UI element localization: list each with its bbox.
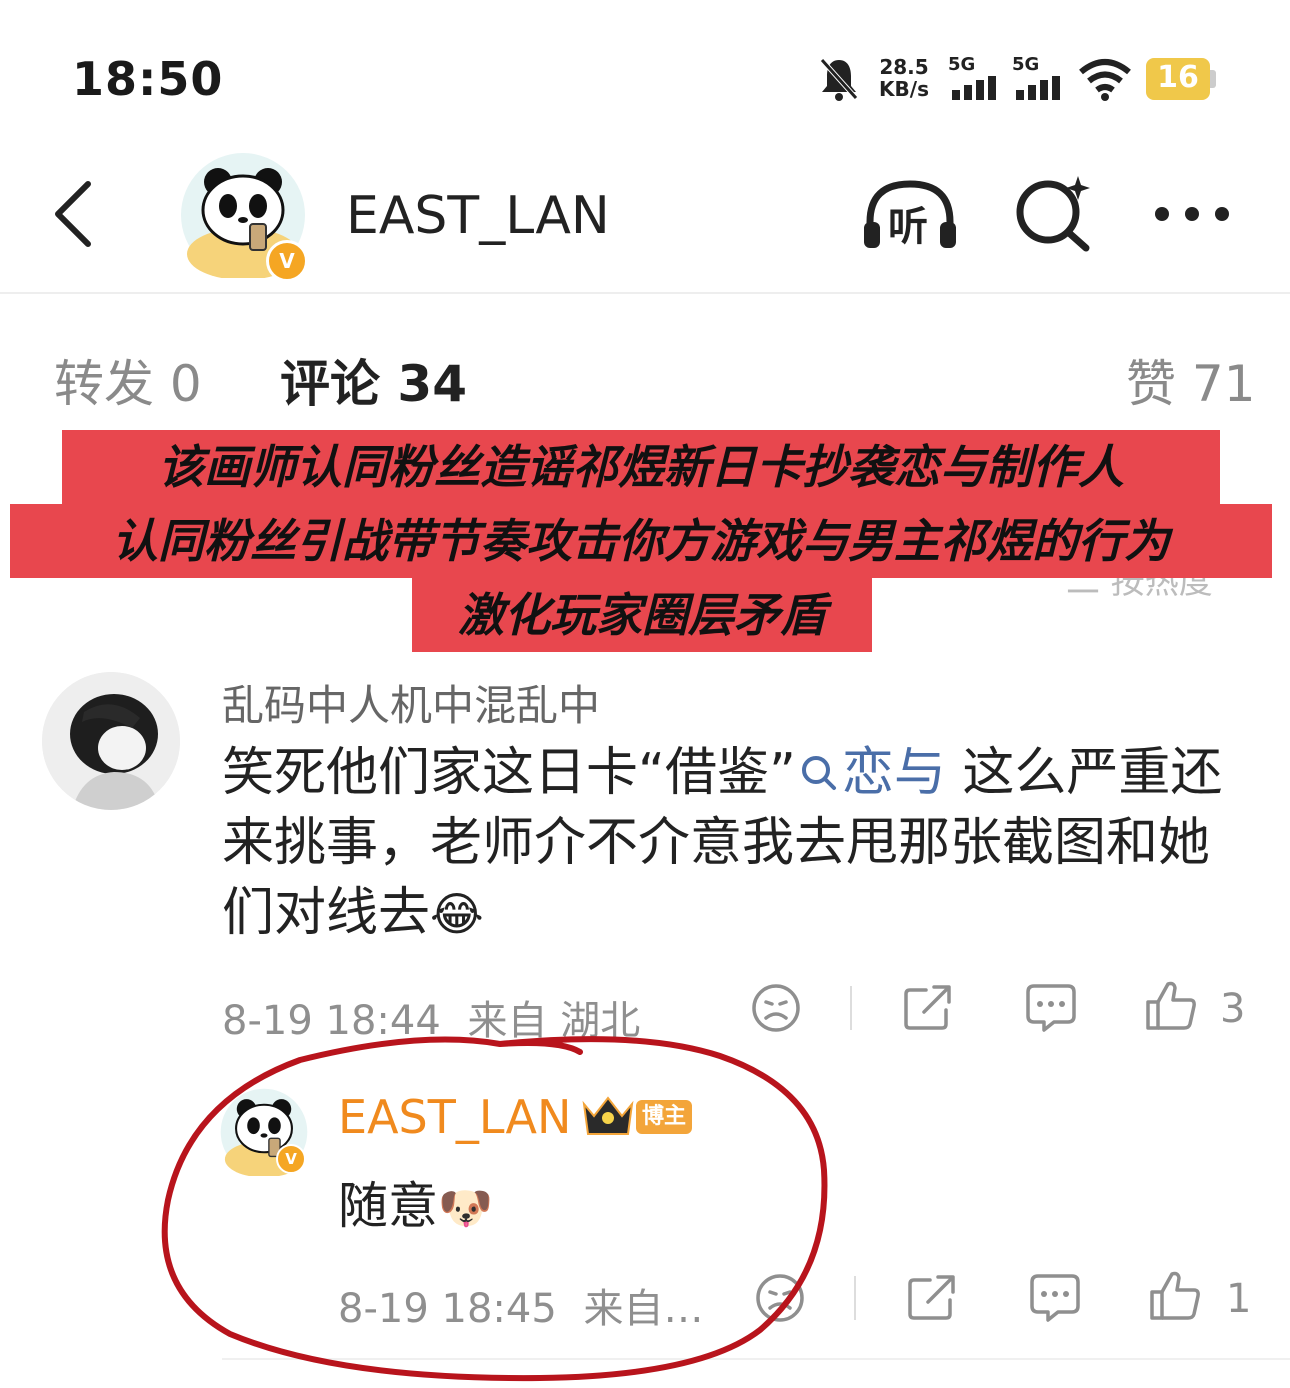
doge-emoji: 🐶	[438, 1183, 493, 1234]
comment-time: 8-19 18:44	[222, 998, 441, 1044]
girl-avatar-image	[42, 672, 180, 810]
page-title: EAST_LAN	[346, 186, 610, 246]
list-divider	[222, 1358, 1290, 1360]
share-icon[interactable]	[902, 982, 954, 1032]
reply-avatar[interactable]: V	[220, 1088, 308, 1176]
search-icon	[801, 756, 836, 790]
reply-bubble-icon[interactable]	[1024, 982, 1078, 1034]
reply-like-count: 1	[1226, 1276, 1252, 1322]
status-time: 18:50	[72, 52, 224, 106]
banner-line-1: 该画师认同粉丝造谣祁煜新日卡抄袭恋与制作人	[62, 430, 1220, 504]
wifi-icon	[1079, 59, 1131, 101]
commenter-avatar[interactable]	[42, 672, 180, 810]
reply-username[interactable]: EAST_LAN	[338, 1090, 571, 1144]
battery-level: 16	[1157, 60, 1199, 95]
chevron-left-icon[interactable]	[48, 178, 96, 250]
tab-reposts[interactable]: 转发 0	[54, 344, 202, 416]
net-speed: 28.5 KB/s	[879, 55, 929, 101]
verified-badge: V	[266, 240, 308, 282]
listen-label: 听	[888, 204, 928, 250]
reply-body: 随意🐶	[338, 1177, 493, 1235]
reply-location: 来自…	[583, 1286, 704, 1332]
reply-meta: 8-19 18:45 来自…	[338, 1276, 704, 1334]
crown-icon	[582, 1096, 634, 1135]
action-divider	[850, 986, 852, 1030]
bell-muted-icon	[820, 58, 858, 101]
comment-meta: 8-19 18:44 来自 湖北	[222, 988, 640, 1046]
like-thumb-icon[interactable]	[1144, 978, 1198, 1032]
laughing-emoji: 😂	[430, 887, 484, 941]
listen-button[interactable]: 听	[860, 176, 960, 252]
profile-avatar[interactable]: V	[180, 152, 308, 282]
comment-location: 来自 湖北	[467, 998, 641, 1044]
header-divider	[0, 292, 1290, 294]
more-icon[interactable]	[1150, 202, 1234, 226]
signal-indicator-2: 5G	[1012, 54, 1064, 104]
action-divider	[854, 1276, 856, 1320]
comment-like-count: 3	[1220, 986, 1246, 1032]
comment-body: 笑死他们家这日卡“借鉴” 恋与 这么严重还来挑事，老师介不介意我去甩那张截图和她们…	[222, 743, 1223, 943]
tab-comments[interactable]: 评论 34	[280, 344, 467, 416]
dislike-face-icon[interactable]	[750, 982, 802, 1034]
tab-likes[interactable]: 赞 71	[1126, 344, 1256, 416]
search-sparkle-icon[interactable]	[1012, 174, 1096, 254]
banner-line-2: 认同粉丝引战带节奏攻击你方游戏与男主祁煜的行为	[10, 504, 1272, 578]
signal-icon	[952, 76, 996, 100]
owner-badge: 博主	[636, 1100, 692, 1134]
topic-link[interactable]: 恋与	[796, 743, 946, 803]
reply-time: 8-19 18:45	[338, 1286, 557, 1332]
reply-bubble-icon[interactable]	[1028, 1272, 1082, 1324]
dislike-face-icon[interactable]	[754, 1272, 806, 1324]
battery-cap	[1210, 70, 1216, 88]
banner-line-3: 激化玩家圈层矛盾	[412, 578, 872, 652]
commenter-name[interactable]: 乱码中人机中混乱中	[222, 672, 600, 733]
signal-indicator-1: 5G	[948, 54, 1000, 104]
like-thumb-icon[interactable]	[1148, 1268, 1202, 1322]
share-icon[interactable]	[906, 1272, 958, 1322]
verified-badge: V	[276, 1144, 306, 1174]
signal-icon	[1016, 76, 1060, 100]
